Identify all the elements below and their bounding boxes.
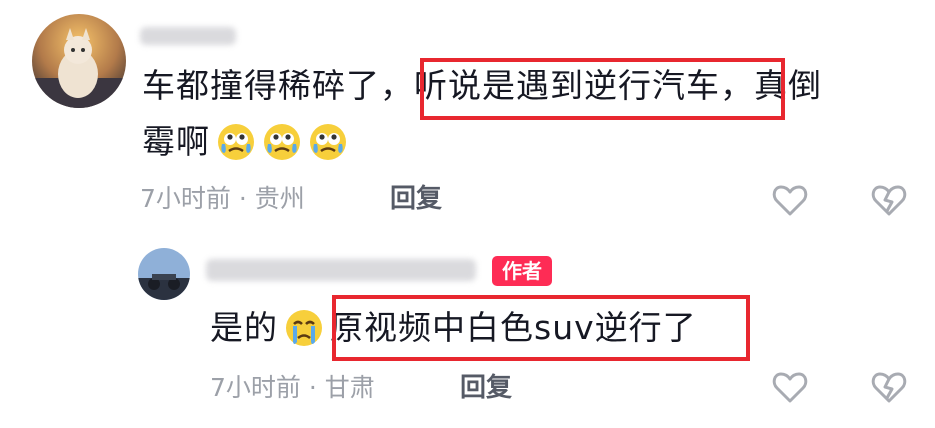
broken-heart-icon[interactable]	[870, 368, 908, 406]
crying-face-emoji-icon	[216, 122, 256, 162]
comment-location: 贵州	[254, 184, 305, 213]
reply-text-prefix: 是的	[210, 308, 278, 347]
highlight-box	[420, 58, 785, 120]
heart-outline-icon[interactable]	[771, 368, 809, 406]
comment-meta: 7小时前 · 贵州	[140, 184, 305, 214]
comment-time: 7小时前	[140, 184, 231, 213]
reply-button[interactable]: 回复	[390, 184, 442, 214]
reply-meta: 7小时前 · 甘肃	[210, 373, 375, 403]
author-avatar[interactable]	[138, 248, 190, 300]
highlight-box	[332, 295, 750, 361]
meta-separator: ·	[238, 184, 247, 213]
commenter-avatar[interactable]	[32, 14, 126, 108]
broken-heart-icon[interactable]	[870, 181, 908, 219]
reply-button[interactable]: 回复	[460, 373, 512, 403]
author-username-blurred[interactable]	[206, 259, 476, 281]
reply-location: 甘肃	[324, 373, 375, 402]
emoji-row	[216, 122, 354, 162]
comment-text-line2-label: 霉啊	[142, 122, 210, 161]
comment-text-line2: 霉啊	[142, 122, 354, 162]
crying-face-emoji-icon	[308, 122, 348, 162]
crying-face-emoji-icon	[262, 122, 302, 162]
commenter-username-blurred[interactable]	[140, 27, 236, 45]
heart-outline-icon[interactable]	[771, 181, 809, 219]
author-badge: 作者	[492, 256, 552, 286]
reply-time: 7小时前	[210, 373, 301, 402]
crying-face-emoji-icon	[284, 308, 324, 348]
meta-separator: ·	[308, 373, 317, 402]
